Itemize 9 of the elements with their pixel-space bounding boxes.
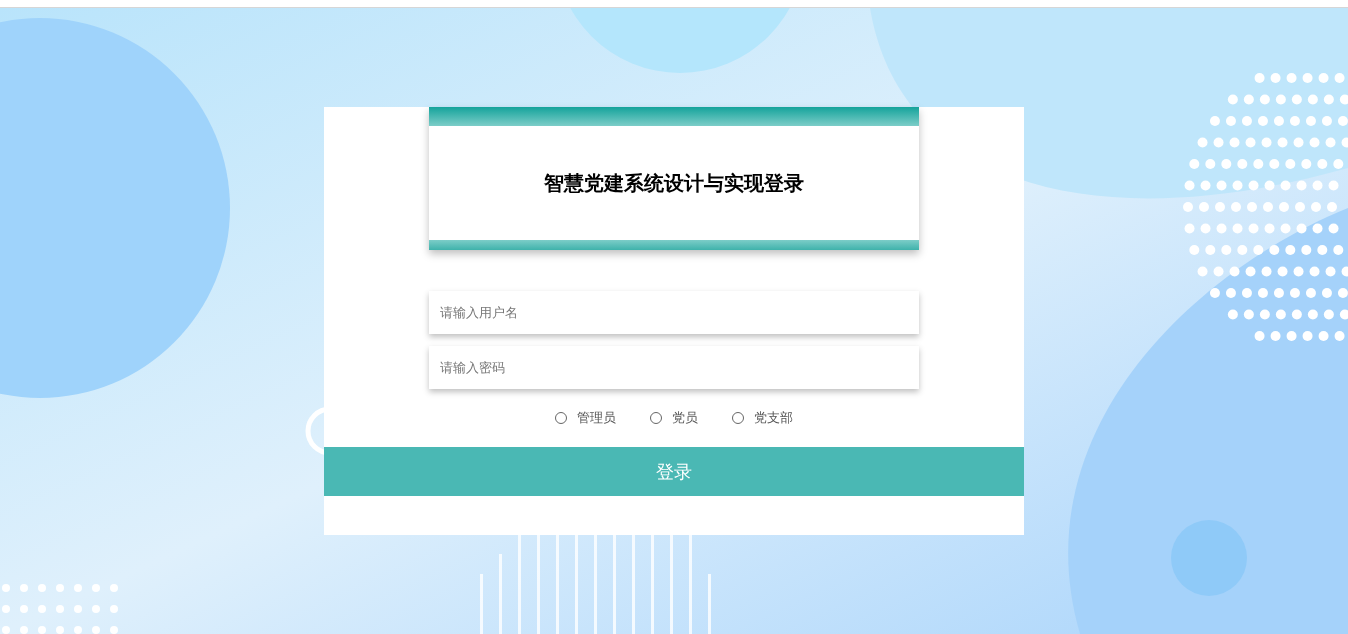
role-radio[interactable] (555, 412, 567, 424)
role-label[interactable]: 党支部 (754, 409, 793, 427)
role-label[interactable]: 管理员 (577, 409, 616, 427)
login-title: 智慧党建系统设计与实现登录 (544, 169, 804, 197)
password-field[interactable]: 请输入密码 (429, 346, 919, 389)
username-field[interactable]: 请输入用户名 (429, 291, 919, 334)
role-label[interactable]: 党员 (672, 409, 698, 427)
role-radio[interactable] (650, 412, 662, 424)
role-radio[interactable] (732, 412, 744, 424)
